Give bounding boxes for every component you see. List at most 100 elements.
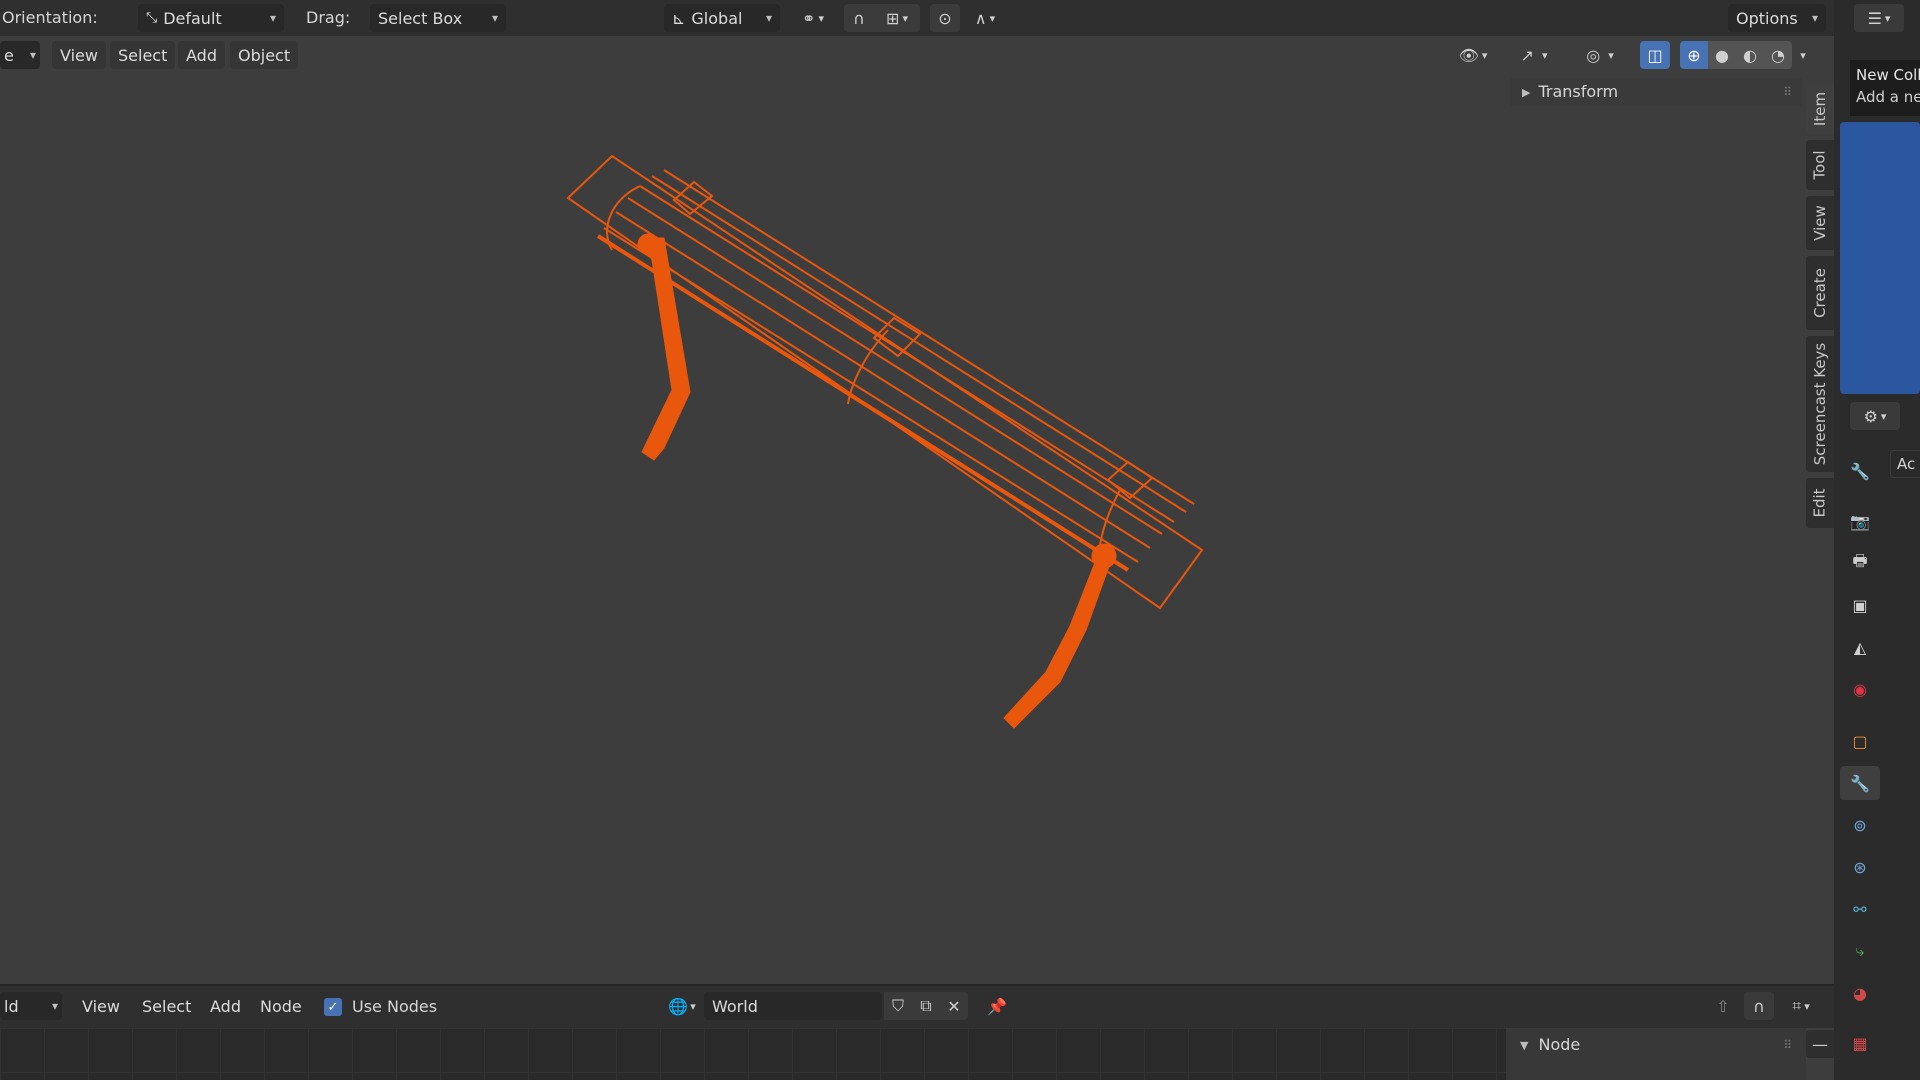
duplicate-button[interactable]: ⧉	[912, 992, 940, 1020]
tooltip-description: Add a ne	[1856, 88, 1920, 106]
menu-view[interactable]: View	[52, 41, 106, 69]
tab-view[interactable]: View	[1806, 196, 1834, 250]
node-snap-toggle[interactable]: ∩	[1744, 992, 1774, 1020]
parent-node-tree-button[interactable]: ⇧	[1708, 992, 1738, 1020]
falloff-dropdown[interactable]: ∧ ▾	[962, 4, 1008, 32]
drag-handle-icon[interactable]: ⠿	[1783, 1038, 1792, 1052]
overlay-dropdown[interactable]: ◎ ▾	[1574, 41, 1626, 69]
mode-dropdown[interactable]: e ▾	[0, 41, 40, 69]
world-tab[interactable]: ◉	[1840, 672, 1880, 706]
transform-orientation-dropdown[interactable]: ⊾ Global ▾	[664, 4, 780, 32]
orientation-dropdown[interactable]: ⤡ Default ▾	[138, 4, 284, 32]
global-axes-icon: ⊾	[672, 8, 686, 28]
tab-tool[interactable]: Tool	[1806, 140, 1834, 190]
render-properties-tab[interactable]: 📷	[1840, 504, 1880, 538]
node-menu-select[interactable]: Select	[134, 992, 199, 1020]
visibility-dropdown[interactable]: 👁 ▾	[1450, 41, 1496, 69]
node-snap-target-dropdown[interactable]: ⌗ ▾	[1778, 992, 1824, 1020]
unlink-x-icon: ✕	[947, 996, 961, 1016]
3d-viewport[interactable]	[0, 74, 1806, 982]
wireframe-shading-button[interactable]: ⊕	[1680, 41, 1708, 69]
viewport-header: e ▾ View Select Add Object 👁 ▾ ↗ ▾ ◎ ▾ ◫ ⊕ …	[0, 36, 1806, 74]
view-layer-tab[interactable]: ▣	[1840, 588, 1880, 622]
tab-item[interactable]: Item	[1806, 84, 1834, 134]
bench-wireframe-object[interactable]	[0, 74, 1806, 982]
unlink-button[interactable]: ✕	[940, 992, 968, 1020]
use-nodes-checkbox[interactable]: ✓ Use Nodes	[324, 998, 437, 1016]
transform-panel-header[interactable]: ▶ Transform ⠿	[1510, 78, 1802, 106]
fake-user-shield-icon: ⛉	[891, 996, 904, 1015]
solid-shading-button[interactable]: ●	[1708, 41, 1736, 69]
editor-type-icon: ☰	[1867, 8, 1882, 28]
modifier-wrench-icon: 🔧	[1850, 773, 1870, 793]
outliner-selected-rows[interactable]	[1840, 122, 1920, 394]
chevron-down-icon: ▾	[765, 11, 772, 25]
chevron-down-icon: ▾	[269, 11, 276, 25]
node-editor-header: ld ▾ View Select Add Node ✓ Use Nodes 🌐 ▾…	[0, 984, 1834, 1028]
xray-toggle[interactable]: ◫	[1640, 41, 1670, 69]
output-properties-icon: 🖶	[1852, 550, 1868, 570]
world-name-field[interactable]: World	[704, 992, 882, 1020]
output-properties-tab[interactable]: 🖶	[1840, 546, 1880, 580]
material-shading-button[interactable]: ◐	[1736, 41, 1764, 69]
menu-object[interactable]: Object	[230, 41, 299, 69]
use-nodes-label: Use Nodes	[352, 997, 438, 1016]
view-layer-icon: ▣	[1852, 595, 1868, 615]
tab-create[interactable]: Create	[1806, 256, 1834, 330]
properties-field[interactable]: Ac	[1890, 450, 1920, 478]
modifier-tab[interactable]: 🔧	[1840, 766, 1880, 800]
material-icon: ◕	[1853, 983, 1867, 1003]
node-sidebar-tab[interactable]: —	[1806, 1030, 1834, 1058]
constraints-tab[interactable]: ⚯	[1840, 892, 1880, 926]
shading-options-dropdown[interactable]: ▾	[1796, 41, 1810, 69]
node-grid-icon: ⌗	[1792, 996, 1802, 1015]
proportional-edit-icon: ⊙	[938, 8, 952, 28]
editor-type-icon: ⚙	[1863, 406, 1878, 426]
physics-icon: ⊛	[1853, 857, 1867, 877]
material-shading-icon: ◐	[1743, 45, 1757, 65]
tool-settings-header: Orientation: ⤡ Default ▾ Drag: Select Bo…	[0, 0, 1834, 36]
physics-tab[interactable]: ⊛	[1840, 850, 1880, 884]
disclosure-triangle-icon: ▶	[1522, 85, 1531, 99]
node-menu-node[interactable]: Node	[252, 992, 310, 1020]
tab-edit[interactable]: Edit	[1806, 478, 1834, 528]
data-tab[interactable]: ⤷	[1840, 934, 1880, 968]
properties-editor-type[interactable]: ⚙ ▾	[1850, 402, 1900, 430]
node-menu-view[interactable]: View	[74, 992, 128, 1020]
snap-magnet-icon: ∩	[853, 8, 865, 28]
material-tab[interactable]: ◕	[1840, 976, 1880, 1010]
gizmo-icon: ↗	[1520, 45, 1534, 65]
render-properties-icon: 📷	[1850, 511, 1870, 531]
tab-screencast-keys[interactable]: Screencast Keys	[1806, 336, 1834, 472]
proportional-edit-toggle[interactable]: ⊙	[930, 4, 960, 32]
gizmo-dropdown[interactable]: ↗ ▾	[1508, 41, 1560, 69]
shader-type-dropdown[interactable]: ld ▾	[0, 992, 62, 1020]
texture-tab[interactable]: ▦	[1840, 1026, 1880, 1060]
menu-add[interactable]: Add	[178, 41, 225, 69]
particles-tab[interactable]: ⊚	[1840, 808, 1880, 842]
snap-toggle[interactable]: ∩	[844, 4, 874, 32]
drag-handle-icon[interactable]: ⠿	[1783, 85, 1792, 99]
rendered-shading-button[interactable]: ◔	[1764, 41, 1792, 69]
fake-user-button[interactable]: ⛉	[884, 992, 912, 1020]
node-menu-add[interactable]: Add	[202, 992, 249, 1020]
outliner-editor-type[interactable]: ☰ ▾	[1854, 4, 1904, 32]
collapse-icon: —	[1812, 1034, 1828, 1054]
drag-dropdown[interactable]: Select Box ▾	[370, 4, 506, 32]
pin-button[interactable]: 📌	[982, 992, 1012, 1020]
menu-select[interactable]: Select	[110, 41, 176, 69]
transform-panel-title: Transform	[1538, 82, 1619, 101]
falloff-icon: ∧	[974, 8, 987, 28]
object-properties-tab[interactable]: ▢	[1840, 724, 1880, 758]
tool-properties-tab[interactable]: 🔧	[1840, 454, 1880, 488]
node-panel-header[interactable]: ▼ Node ⠿	[1506, 1028, 1806, 1062]
pivot-point-button[interactable]: ⚭ ▾	[790, 4, 836, 32]
chevron-down-icon: ▾	[51, 999, 58, 1013]
transform-orientation-value: Global	[691, 8, 743, 28]
snap-target-dropdown[interactable]: ⊞ ▾	[874, 4, 920, 32]
orientation-value: Default	[163, 8, 222, 28]
world-browse-button[interactable]: 🌐 ▾	[662, 992, 702, 1020]
chevron-down-icon: ▾	[29, 48, 36, 62]
options-dropdown[interactable]: Options ▾	[1728, 4, 1826, 32]
scene-tab[interactable]: ◭	[1840, 630, 1880, 664]
